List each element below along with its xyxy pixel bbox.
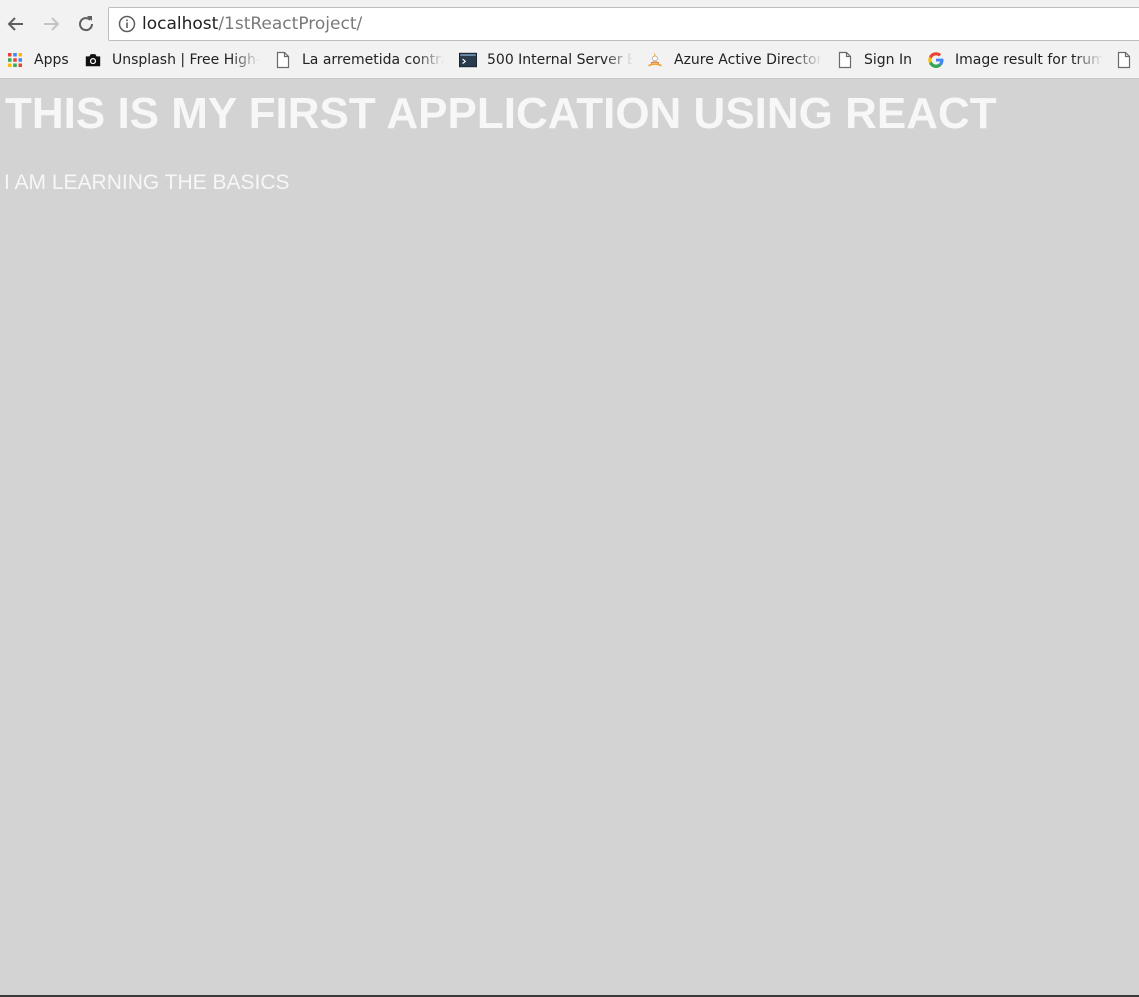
page-icon [274, 51, 292, 69]
forward-button[interactable] [37, 10, 65, 38]
bookmark-label: Azure Active Director [674, 52, 822, 68]
address-bar[interactable]: localhost/1stReactProject/ [108, 7, 1139, 41]
browser-toolbar: localhost/1stReactProject/ [0, 4, 1139, 44]
arrow-left-icon [7, 17, 23, 31]
page-heading: THIS IS MY FIRST APPLICATION USING REACT [5, 89, 997, 138]
page-subheading: I AM LEARNING THE BASICS [4, 171, 290, 194]
reload-icon [79, 16, 94, 32]
url-host: localhost [142, 14, 219, 34]
bookmark-label: Apps [34, 52, 69, 68]
page-content: THIS IS MY FIRST APPLICATION USING REACT… [0, 79, 1139, 995]
bookmark-label: 500 Internal Server Er [487, 52, 633, 68]
bookmark-label: La arremetida contra [302, 52, 444, 68]
bookmark-label: Sign In [864, 52, 912, 68]
bookmark-sign-in[interactable]: Sign In [836, 48, 916, 72]
bookmark-label: Unsplash | Free High- [112, 52, 260, 68]
camera-icon [84, 51, 102, 69]
page-icon [1115, 51, 1133, 69]
address-url[interactable]: localhost/1stReactProject/ [142, 14, 362, 34]
bookmark-la-arremetida[interactable]: La arremetida contra [274, 48, 444, 72]
google-icon [927, 51, 945, 69]
terminal-icon [459, 51, 477, 69]
apps-grid-icon [6, 51, 24, 69]
bookmark-overflow-page[interactable] [1115, 48, 1139, 72]
bookmark-label: Image result for trum [955, 52, 1103, 68]
back-button[interactable] [2, 10, 30, 38]
bookmark-image-result[interactable]: Image result for trum [927, 48, 1103, 72]
browser-chrome: localhost/1stReactProject/ Apps Unsplash… [0, 0, 1139, 79]
bookmark-apps[interactable]: Apps [6, 48, 76, 72]
info-icon[interactable] [118, 15, 136, 33]
page-icon [836, 51, 854, 69]
reload-button[interactable] [72, 10, 100, 38]
url-path: /1stReactProject/ [218, 14, 363, 34]
bookmark-azure[interactable]: Azure Active Director [646, 48, 822, 72]
bookmark-unsplash[interactable]: Unsplash | Free High- [84, 48, 260, 72]
arrow-right-icon [44, 17, 60, 31]
azure-icon [646, 51, 664, 69]
bookmarks-bar: Apps Unsplash | Free High- La arremetida… [0, 46, 1139, 74]
bookmark-500-error[interactable]: 500 Internal Server Er [459, 48, 633, 72]
